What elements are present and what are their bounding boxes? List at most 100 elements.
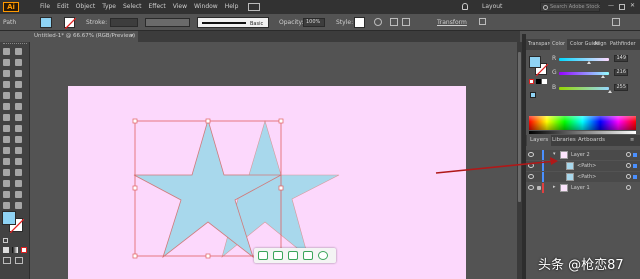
stroke-weight-field[interactable] — [110, 18, 138, 27]
visibility-eye-icon[interactable] — [528, 152, 534, 157]
gradient-tool-icon[interactable] — [3, 158, 10, 165]
menu-view[interactable]: View — [173, 4, 187, 10]
close-window-button[interactable]: ✕ — [630, 3, 635, 9]
symbol-sprayer-tool-icon[interactable] — [15, 169, 22, 176]
paintbrush-tool-icon[interactable] — [15, 92, 22, 99]
selected-art-indicator[interactable] — [633, 164, 637, 168]
black-swatch[interactable] — [536, 79, 541, 84]
eraser-tool-icon[interactable] — [3, 114, 10, 121]
document-tab[interactable]: Untitled-1* @ 66.67% (RGB/Preview) ✕ — [30, 31, 138, 42]
out-of-gamut-icon[interactable] — [530, 92, 536, 98]
opacity-field[interactable]: 100% — [303, 18, 325, 27]
magic-wand-tool-icon[interactable] — [3, 59, 10, 66]
tab-layers[interactable]: Layers — [527, 135, 552, 146]
group-icon[interactable] — [288, 251, 298, 260]
arrange-documents-icon[interactable] — [248, 3, 260, 11]
graphic-style-swatch[interactable] — [354, 17, 365, 28]
transform-each-icon[interactable] — [273, 251, 283, 260]
resize-handle-bottom-left[interactable] — [132, 253, 138, 259]
color-spectrum-bar[interactable] — [529, 116, 636, 130]
gradient-mode-icon[interactable] — [12, 247, 18, 253]
recolor-icon[interactable] — [374, 18, 382, 26]
resize-handle-top-right[interactable] — [278, 118, 284, 124]
width-tool-icon[interactable] — [15, 125, 22, 132]
settings-gear-icon[interactable] — [318, 251, 328, 260]
blue-value-field[interactable]: 255 — [614, 84, 628, 91]
direct-selection-tool-icon[interactable] — [15, 48, 22, 55]
white-swatch[interactable] — [542, 79, 547, 84]
search-stock-field[interactable]: Search Adobe Stock — [540, 2, 600, 12]
layer-row-path-1[interactable]: <Path> — [526, 161, 640, 171]
layer-row-path-2[interactable]: <Path> — [526, 172, 640, 182]
resize-handle-left[interactable] — [132, 185, 138, 191]
none-swatch-icon[interactable] — [529, 79, 534, 84]
isolate-icon[interactable] — [479, 18, 486, 25]
fill-color-swatch[interactable] — [2, 211, 16, 225]
menu-type[interactable]: Type — [102, 4, 116, 10]
mesh-tool-icon[interactable] — [15, 147, 22, 154]
tab-libraries[interactable]: Libraries — [552, 137, 576, 144]
transform-link[interactable]: Transform — [437, 20, 467, 26]
tab-artboards[interactable]: Artboards — [578, 137, 605, 144]
zoom-tool-icon[interactable] — [3, 202, 10, 209]
layer-row-layer-2[interactable]: ▾ Layer 2 — [526, 150, 640, 160]
canvas-area[interactable] — [30, 42, 517, 279]
tab-color[interactable]: Color — [550, 39, 568, 50]
target-icon[interactable] — [626, 174, 631, 179]
resize-handle-right[interactable] — [278, 185, 284, 191]
red-value-field[interactable]: 149 — [614, 55, 628, 62]
collapse-chevron-icon[interactable]: ▸ — [553, 185, 556, 190]
default-colors-icon[interactable] — [3, 238, 8, 243]
menu-window[interactable]: Window — [194, 4, 218, 10]
resize-handle-top[interactable] — [205, 118, 211, 124]
target-icon[interactable] — [626, 185, 631, 190]
column-graph-tool-icon[interactable] — [3, 180, 10, 187]
blend-tool-icon[interactable] — [3, 169, 10, 176]
lasso-tool-icon[interactable] — [15, 59, 22, 66]
none-mode-icon[interactable] — [21, 247, 27, 253]
menu-file[interactable]: File — [40, 4, 50, 10]
menu-object[interactable]: Object — [76, 4, 96, 10]
layer-row-layer-1[interactable]: ▸ Layer 1 — [526, 183, 640, 193]
color-panel-fill-swatch[interactable] — [529, 56, 541, 68]
layers-panel-menu-icon[interactable]: ≡ — [630, 138, 634, 143]
variable-width-field[interactable] — [145, 18, 190, 27]
tab-pathfinder[interactable]: Pathfinder — [610, 42, 636, 47]
hand-tool-icon[interactable] — [15, 191, 22, 198]
type-tool-icon[interactable] — [3, 81, 10, 88]
crop-icon[interactable] — [303, 251, 313, 260]
red-slider-thumb[interactable] — [587, 61, 591, 64]
fill-swatch[interactable] — [40, 17, 52, 28]
align-to-icon[interactable] — [402, 18, 410, 26]
rotate-tool-icon[interactable] — [15, 114, 22, 121]
minimize-button[interactable]: — — [608, 3, 614, 9]
more-options-icon[interactable] — [612, 18, 620, 26]
selection-tool-icon[interactable] — [3, 48, 10, 55]
target-icon[interactable] — [626, 163, 631, 168]
lock-icon[interactable] — [537, 186, 541, 190]
slice-tool-icon[interactable] — [3, 191, 10, 198]
draw-mode-icon[interactable] — [3, 257, 11, 264]
pen-tool-icon[interactable] — [3, 70, 10, 77]
curvature-tool-icon[interactable] — [15, 70, 22, 77]
red-slider[interactable] — [559, 58, 609, 61]
selected-art-indicator[interactable] — [633, 175, 637, 179]
resize-handle-top-left[interactable] — [132, 118, 138, 124]
duplicate-icon[interactable] — [258, 251, 268, 260]
edit-toolbar-icon[interactable] — [15, 202, 22, 209]
menu-effect[interactable]: Effect — [149, 4, 166, 10]
blue-slider-thumb[interactable] — [608, 90, 612, 93]
perspective-grid-tool-icon[interactable] — [3, 147, 10, 154]
free-transform-tool-icon[interactable] — [3, 136, 10, 143]
menu-select[interactable]: Select — [123, 4, 142, 10]
shape-builder-tool-icon[interactable] — [15, 136, 22, 143]
green-value-field[interactable]: 216 — [614, 69, 628, 76]
visibility-eye-icon[interactable] — [528, 185, 534, 190]
lightbulb-icon[interactable] — [462, 3, 468, 10]
artboard-tool-icon[interactable] — [15, 180, 22, 187]
pencil-tool-icon[interactable] — [15, 103, 22, 110]
tab-align[interactable]: Align — [594, 42, 607, 47]
line-segment-tool-icon[interactable] — [15, 81, 22, 88]
eyedropper-tool-icon[interactable] — [15, 158, 22, 165]
maximize-button[interactable] — [619, 4, 625, 10]
